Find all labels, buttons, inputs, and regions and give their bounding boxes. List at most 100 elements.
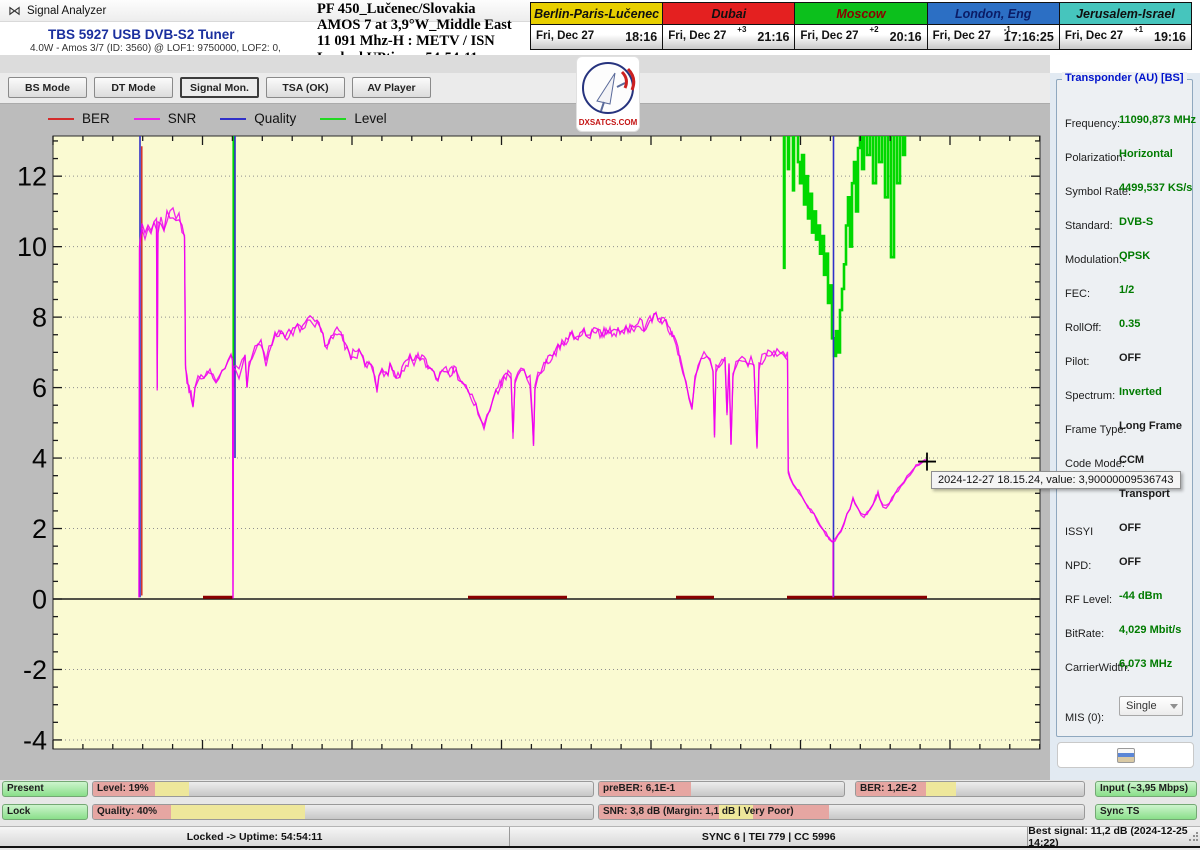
field-value: OFF (1119, 556, 1141, 568)
transponder-groupbox: Transponder (AU) [BS] Frequency:11090,87… (1056, 79, 1193, 737)
transponder-title: Transponder (AU) [BS] (1062, 72, 1187, 84)
field-value: Transport (1119, 488, 1170, 500)
field-value: 4,029 Mbit/s (1119, 624, 1181, 636)
field-label: Pilot: (1065, 356, 1089, 368)
legend-item-snr: SNR (134, 111, 197, 126)
y-axis-label: 8 (32, 303, 47, 333)
legend-item-quality: Quality (220, 111, 296, 126)
world-clocks: Berlin-Paris-LučenecFri, Dec 2718:16Duba… (530, 2, 1192, 50)
field-value: OFF (1119, 522, 1141, 534)
clock-date: Fri, Dec 27 (668, 30, 726, 42)
field-value: QPSK (1119, 250, 1150, 262)
mis-selected-value: Single (1126, 700, 1157, 712)
clock-london-eng: London, EngFri, Dec 27-117:16:25 (927, 3, 1059, 49)
legend-label: Level (354, 111, 386, 126)
mis-label: MIS (0): (1065, 712, 1104, 724)
meter-label: Level: 19% (97, 783, 149, 794)
field-value: DVB-S (1119, 216, 1153, 228)
field-label: Code Mode: (1065, 458, 1125, 470)
signal-chart[interactable]: 121086420-2-4 (0, 131, 1050, 781)
field-label: Frequency: (1065, 118, 1120, 130)
field-value: -44 dBm (1119, 590, 1162, 602)
resize-grip[interactable] (1188, 832, 1198, 842)
clock-time: 18:16 (625, 30, 657, 44)
clock-jerusalem-israel: Jerusalem-IsraelFri, Dec 27+119:16 (1059, 3, 1191, 49)
transport-stream-icon (1117, 748, 1135, 763)
present-indicator: Present (2, 781, 88, 797)
tab-signal-mon-[interactable]: Signal Mon. (180, 77, 259, 98)
field-value: OFF (1119, 352, 1141, 364)
clock-utc-offset: +1 (1134, 25, 1143, 34)
mis-select[interactable]: Single (1119, 696, 1183, 716)
clock-time-row: Fri, Dec 27+119:16 (1060, 25, 1191, 49)
meter-label: preBER: 6,1E-1 (603, 783, 675, 794)
transponder-panel: Transponder (AU) [BS] Frequency:11090,87… (1050, 73, 1200, 780)
clock-time-row: Fri, Dec 27-117:16:25 (928, 25, 1059, 49)
preber-meter: preBER: 6,1E-1 (598, 781, 845, 797)
mode-tabstrip: BS Mode DT Mode Signal Mon. TSA (OK) AV Play… (0, 73, 1050, 103)
field-label: RF Level: (1065, 594, 1112, 606)
transponder-row: Standard:DVB-S (1065, 216, 1189, 232)
logo-text: DXSATCS.COM (579, 118, 638, 127)
tuner-name: TBS 5927 USB DVB-S2 Tuner (48, 27, 316, 42)
clock-city-label: Jerusalem-Israel (1060, 3, 1191, 25)
meter-label: Quality: 40% (97, 806, 157, 817)
status-bar: Locked -> Uptime: 54:54:11 SYNC 6 | TEI … (0, 826, 1200, 848)
clock-city-label: Dubai (663, 3, 794, 25)
field-label: Spectrum: (1065, 390, 1115, 402)
y-axis-label: 6 (32, 373, 47, 403)
clock-date: Fri, Dec 27 (800, 30, 858, 42)
legend-label: Quality (254, 111, 296, 126)
clock-time: 17:16:25 (1004, 30, 1054, 44)
meter-fill-yellow (155, 782, 189, 796)
field-value: 1/2 (1119, 284, 1134, 296)
header-divider-band (0, 55, 1050, 73)
clock-moscow: MoscowFri, Dec 27+220:16 (794, 3, 926, 49)
clock-time: 20:16 (890, 30, 922, 44)
tab-bs-mode[interactable]: BS Mode (8, 77, 87, 98)
clock-time-row: Fri, Dec 2718:16 (531, 25, 662, 49)
legend-swatch (320, 118, 346, 120)
tab-dt-mode[interactable]: DT Mode (94, 77, 173, 98)
field-value: 6,073 MHz (1119, 658, 1172, 670)
y-axis-label: 0 (32, 585, 47, 615)
transponder-row: NPD:OFF (1065, 556, 1189, 572)
transponder-row: Pilot: OFF (1065, 352, 1189, 368)
transponder-row: FEC: 1/2 (1065, 284, 1189, 300)
field-label: ISSYI (1065, 526, 1093, 538)
clock-time-row: Fri, Dec 27+220:16 (795, 25, 926, 49)
annotation-line: 11 091 Mhz-H : METV / ISN (317, 33, 529, 49)
transponder-row: Frequency:11090,873 MHz (1065, 114, 1189, 130)
legend-label: BER (82, 111, 110, 126)
y-axis-label: -2 (23, 655, 47, 685)
transponder-row: Polarization:Horizontal (1065, 148, 1189, 164)
clock-city-label: Berlin-Paris-Lučenec (531, 3, 662, 25)
meter-label: SNR: 3,8 dB (Margin: 1,1 dB | Very Poor) (603, 806, 794, 817)
field-value: Inverted (1119, 386, 1162, 398)
meter-fill-yellow (926, 782, 956, 796)
statusbar-sync-counters: SYNC 6 | TEI 779 | CC 5996 (509, 827, 1027, 846)
window-title: Signal Analyzer (27, 5, 106, 17)
y-axis-label: 2 (32, 514, 47, 544)
field-label: RollOff: (1065, 322, 1101, 334)
legend-item-ber: BER (48, 111, 110, 126)
tab-tsa-ok-[interactable]: TSA (OK) (266, 77, 345, 98)
field-value: Horizontal (1119, 148, 1173, 160)
clock-date: Fri, Dec 27 (1065, 30, 1123, 42)
field-value: CCM (1119, 454, 1144, 466)
transponder-row: Symbol Rate:4499,537 KS/s (1065, 182, 1189, 198)
signal-chart-panel: BERSNRQualityLevel 121086420-2-4 (0, 103, 1050, 780)
chevron-down-icon (1170, 704, 1178, 709)
transponder-row: Code Mode:CCM (1065, 454, 1189, 470)
field-value: 0.35 (1119, 318, 1140, 330)
input-rate-indicator: Input (~3,95 Mbps) (1095, 781, 1197, 797)
tab-av-player[interactable]: AV Player (352, 77, 431, 98)
level-meter: Level: 19% (92, 781, 594, 797)
field-label: FEC: (1065, 288, 1090, 300)
transponder-row: Modulation:QPSK (1065, 250, 1189, 266)
statusbar-best-signal: Best signal: 11,2 dB (2024-12-25 14:22) (1027, 827, 1200, 846)
y-axis-label: 10 (17, 232, 47, 262)
clock-city-label: London, Eng (928, 3, 1059, 25)
field-value: 4499,537 KS/s (1119, 182, 1192, 194)
ts-capture-button[interactable] (1057, 742, 1194, 768)
